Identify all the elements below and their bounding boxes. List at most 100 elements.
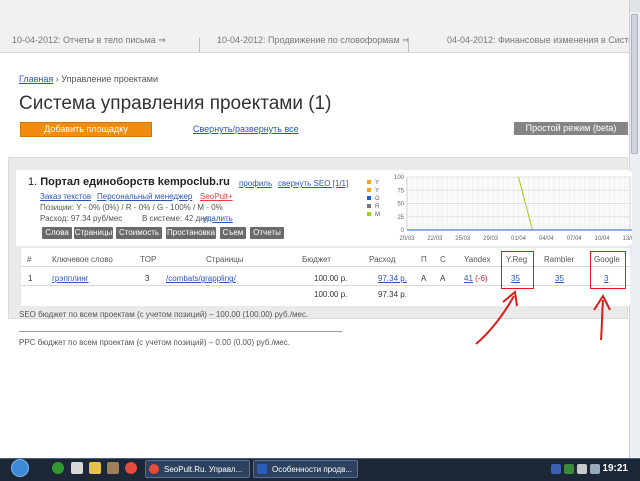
row-num: 1 <box>28 274 33 283</box>
tab-reports[interactable]: Отчеты <box>250 227 284 239</box>
tab-placement[interactable]: Простановка <box>166 227 216 239</box>
legend-label: Y <box>375 188 379 194</box>
legend-swatch <box>367 188 371 192</box>
row-keyword: грэпплинг <box>52 274 89 283</box>
legend-label: R <box>375 204 380 210</box>
th-c: С <box>440 255 446 264</box>
row-top: 3 <box>145 274 150 283</box>
taskbar-task-word[interactable]: Особенности продв... <box>253 460 358 478</box>
x-tick-label: 22/03 <box>427 236 443 242</box>
collapse-seo-link[interactable]: свернуть SEO [1/1] <box>278 179 348 188</box>
y-tick-label: 100 <box>394 175 405 181</box>
row-p: А <box>421 274 427 283</box>
th-pages: Страницы <box>206 255 244 264</box>
language-icon[interactable] <box>551 464 561 474</box>
row-budget: 100.00 р. <box>314 274 348 283</box>
collapse-all-link[interactable]: Свернуть/развернуть все <box>193 124 299 134</box>
expense-link[interactable]: 97.34 р. <box>378 274 407 283</box>
legend-label: Y <box>375 180 379 186</box>
network-icon[interactable] <box>577 464 587 474</box>
chrome-quicklaunch-icon[interactable] <box>125 462 137 474</box>
taskbar-clock[interactable]: 19:21 <box>602 463 628 474</box>
x-tick-label: 29/03 <box>483 236 499 242</box>
breadcrumb-current: Управление проектами <box>61 74 158 84</box>
breadcrumb-home-link[interactable]: Главная <box>19 74 53 84</box>
arrow-to-yreg <box>475 295 515 345</box>
x-tick-label: 01/04 <box>511 236 527 242</box>
scroll-thumb[interactable] <box>631 14 638 154</box>
total-expense: 97.34 р. <box>378 290 407 299</box>
order-texts-link[interactable]: Заказ текстов <box>40 192 91 201</box>
personal-manager-link[interactable]: Персональный менеджер <box>97 192 192 201</box>
scroll-up-arrow[interactable] <box>630 0 640 12</box>
add-site-button[interactable]: Добавить площадку <box>20 122 152 137</box>
summary-divider <box>19 331 342 332</box>
arrow-to-google <box>600 299 604 341</box>
chart-x-ticks: 20/03 22/03 25/03 29/03 01/04 04/04 07/04 10/04… <box>399 236 632 242</box>
ticker-item[interactable]: 10-04-2012: Продвижение по словоформам ⇒ <box>217 35 410 46</box>
task-label: SeoPult.Ru. Управл... <box>164 465 243 474</box>
x-tick-label: 25/03 <box>455 236 471 242</box>
tab-pages[interactable]: Страницы <box>74 227 113 239</box>
profile-link[interactable]: профиль <box>239 179 272 188</box>
legend-swatch <box>367 196 371 200</box>
breadcrumb-separator: › <box>55 74 59 84</box>
legend-label: M <box>375 212 380 218</box>
simple-mode-button[interactable]: Простой режим (beta) <box>514 122 628 135</box>
project-number: 1. <box>28 176 38 188</box>
seopult-plus-link[interactable]: SeoPult+ <box>200 192 233 201</box>
tab-cost[interactable]: Стоимость <box>116 227 162 239</box>
ticker-item[interactable]: 04-04-2012: Финансовые изменения в Систе… <box>447 35 640 46</box>
volume-icon[interactable] <box>590 464 600 474</box>
legend-swatch <box>367 204 371 208</box>
x-tick-label: 20/03 <box>399 236 415 242</box>
tray-status-icon[interactable] <box>564 464 574 474</box>
project-title: 1. Портал единоборств kempoclub.ru <box>28 176 230 188</box>
y-tick-label: 75 <box>397 188 404 194</box>
th-budget: Бюджет <box>302 255 331 264</box>
chrome-icon <box>149 464 159 474</box>
positions-summary: Позиции: Y - 0% (0%) / R - 0% / G - 100%… <box>40 203 223 212</box>
row-c: А <box>440 274 446 283</box>
legend-swatch <box>367 180 371 184</box>
project-name: Портал единоборств kempoclub.ru <box>40 176 230 188</box>
keyword-link[interactable]: грэпплинг <box>52 274 89 283</box>
media-icon[interactable] <box>107 462 119 474</box>
table-header-divider <box>21 266 630 267</box>
th-keyword: Ключевое слово <box>52 255 113 264</box>
folder-icon[interactable] <box>89 462 101 474</box>
utorrent-icon[interactable] <box>52 462 64 474</box>
explorer-icon[interactable] <box>71 462 83 474</box>
row-expense: 97.34 р. <box>378 274 407 283</box>
legend-swatch <box>367 212 371 216</box>
page-title: Система управления проектами (1) <box>19 93 332 114</box>
x-tick-label: 10/04 <box>595 236 611 242</box>
page-link[interactable]: /combats/grappling/ <box>166 274 236 283</box>
taskbar-task-browser[interactable]: SeoPult.Ru. Управл... <box>145 460 250 478</box>
expense-summary: Расход: 97.34 руб/мес <box>40 214 123 223</box>
annotation-arrows <box>475 290 611 345</box>
ticker-separator <box>408 38 409 52</box>
news-ticker: 10-04-2012: Отчеты в тело письма ⇒ 10-04… <box>0 0 640 53</box>
x-tick-label: 04/04 <box>539 236 555 242</box>
days-in-system: В системе: 42 дня <box>142 214 209 223</box>
th-yandex: Yandex <box>464 255 491 264</box>
task-label: Особенности продв... <box>272 465 352 474</box>
x-tick-label: 07/04 <box>567 236 583 242</box>
th-top: TOP <box>140 255 157 264</box>
breadcrumb: Главная › Управление проектами <box>19 74 158 84</box>
y-tick-label: 50 <box>397 202 404 208</box>
word-icon <box>257 464 267 474</box>
ticker-item[interactable]: 10-04-2012: Отчеты в тело письма ⇒ <box>12 35 166 46</box>
x-tick-label: 13/04 <box>622 236 632 242</box>
th-rambler: Rambler <box>544 255 575 264</box>
th-p: П <box>421 255 427 264</box>
tab-removal[interactable]: Съем <box>220 227 246 239</box>
total-budget: 100.00 р. <box>314 290 348 299</box>
tab-words[interactable]: Слова <box>42 227 72 239</box>
seo-budget-summary: SEO бюджет по всем проектам (с учетом по… <box>19 310 309 319</box>
delete-project-link[interactable]: удалить <box>203 214 233 223</box>
th-num: # <box>27 255 32 264</box>
ticker-separator <box>199 38 200 52</box>
start-button[interactable] <box>11 459 29 477</box>
